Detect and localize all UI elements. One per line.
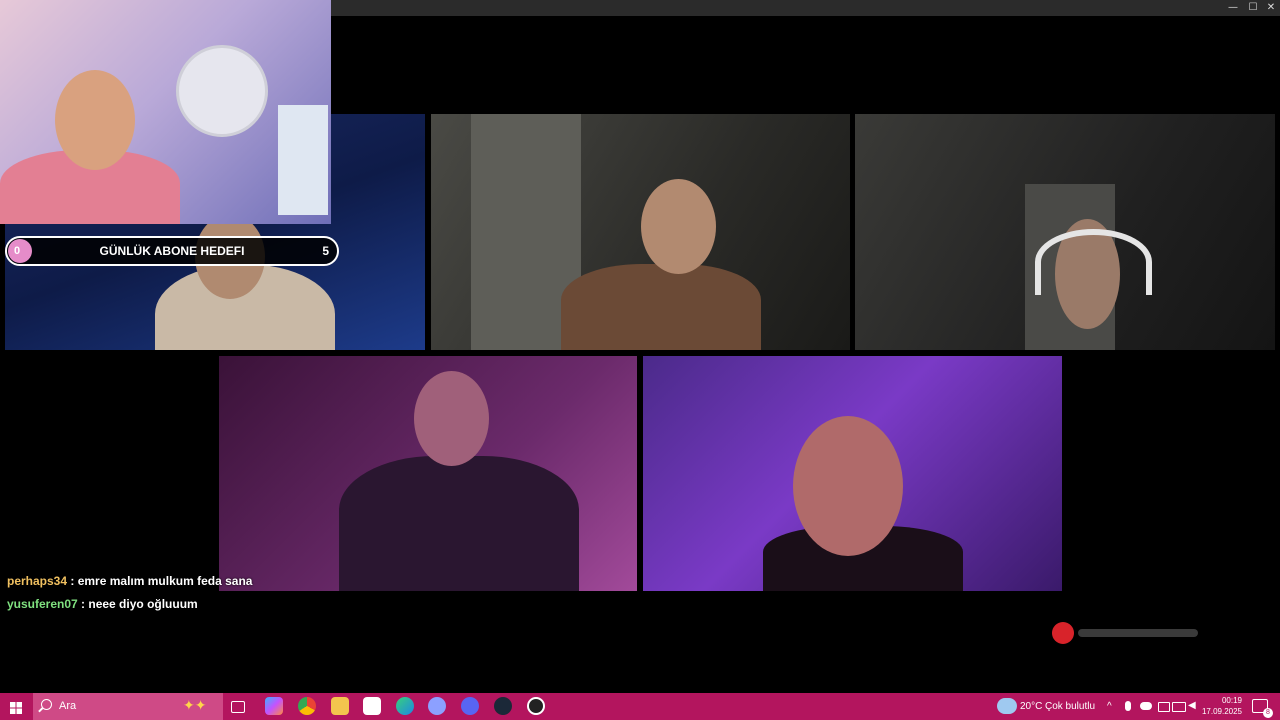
clock-date: 17.09.2025 xyxy=(1201,707,1242,716)
edge-icon[interactable] xyxy=(396,697,414,715)
clock[interactable]: 00:19 17.09.2025 xyxy=(1202,695,1242,717)
participant-4 xyxy=(339,456,579,591)
goal-target-value: 5 xyxy=(322,244,329,258)
logo-script xyxy=(1078,629,1198,637)
start-button[interactable] xyxy=(10,701,22,714)
search-placeholder: Ara xyxy=(59,700,77,712)
minimize-button[interactable]: — xyxy=(1224,0,1242,16)
windows-icon xyxy=(10,702,22,714)
participant-2-head xyxy=(641,179,716,274)
chrome-icon[interactable] xyxy=(298,697,316,715)
video-tile-3 xyxy=(855,114,1275,350)
cloud-icon[interactable] xyxy=(1140,702,1152,710)
show-hidden-icons[interactable]: ^ xyxy=(1107,693,1112,720)
notification-badge: 8 xyxy=(1263,708,1273,718)
search-box[interactable]: Ara ✦✦ xyxy=(33,693,223,720)
participant-2 xyxy=(561,264,761,350)
chat-message: yusuferen07 : neee diyo oğluuum xyxy=(7,597,198,611)
search-icon xyxy=(41,699,52,710)
video-tile-2 xyxy=(431,114,850,350)
streamer-webcam xyxy=(0,0,331,224)
steam-icon[interactable] xyxy=(494,697,512,715)
search-highlight-icon: ✦✦ xyxy=(183,698,207,714)
chat-separator: : xyxy=(77,597,89,611)
chat-separator: : xyxy=(67,574,78,588)
notification-button[interactable]: 8 xyxy=(1252,699,1273,718)
discord-icon[interactable] xyxy=(461,697,479,715)
task-view-icon[interactable] xyxy=(231,701,245,713)
volume-icon[interactable]: ◀ xyxy=(1188,701,1198,711)
weather-temperature[interactable]: 20°C xyxy=(1020,693,1042,720)
weather-description[interactable]: Çok bulutlu xyxy=(1045,693,1095,720)
file-explorer-icon[interactable] xyxy=(331,697,349,715)
subscriber-goal-bar: 0 GÜNLÜK ABONE HEDEFI 5 xyxy=(5,236,339,266)
streamer-head xyxy=(55,70,135,170)
weather-icon xyxy=(997,698,1017,714)
chat-username: yusuferen07 xyxy=(7,597,78,611)
microphone-icon[interactable] xyxy=(1125,701,1131,711)
taskbar: Ara ✦✦ 20°C Çok bulutlu ^ ◀ 00:19 17.09.… xyxy=(0,693,1280,720)
chat-text: neee diyo oğluuum xyxy=(88,597,198,611)
close-button[interactable]: ✕ xyxy=(1262,0,1280,16)
window-titlebar: — ☐ ✕ xyxy=(331,0,1280,16)
maximize-button[interactable]: ☐ xyxy=(1244,0,1262,16)
obs-icon[interactable] xyxy=(527,697,545,715)
logo-mark-icon xyxy=(1052,622,1074,644)
participant-4-head xyxy=(414,371,489,466)
game-app-icon[interactable] xyxy=(428,697,446,715)
chat-message: perhaps34 : emre malım mulkum feda sana xyxy=(7,574,252,588)
video-tile-5 xyxy=(643,356,1062,591)
clock-time: 00:19 xyxy=(1221,696,1242,705)
headset xyxy=(1035,229,1152,295)
monitor xyxy=(278,105,328,215)
goal-title: GÜNLÜK ABONE HEDEFI xyxy=(99,244,245,258)
chat-text: emre malım mulkum feda sana xyxy=(77,574,253,588)
channel-logo xyxy=(1052,620,1202,648)
store-icon[interactable] xyxy=(363,697,381,715)
copilot-icon[interactable] xyxy=(265,697,283,715)
video-tile-4 xyxy=(219,356,637,591)
chat-username: perhaps34 xyxy=(7,574,68,588)
usb-icon[interactable] xyxy=(1158,702,1170,712)
network-icon[interactable] xyxy=(1172,702,1186,712)
participant-5-head xyxy=(793,416,903,556)
desk-fan xyxy=(176,45,268,137)
